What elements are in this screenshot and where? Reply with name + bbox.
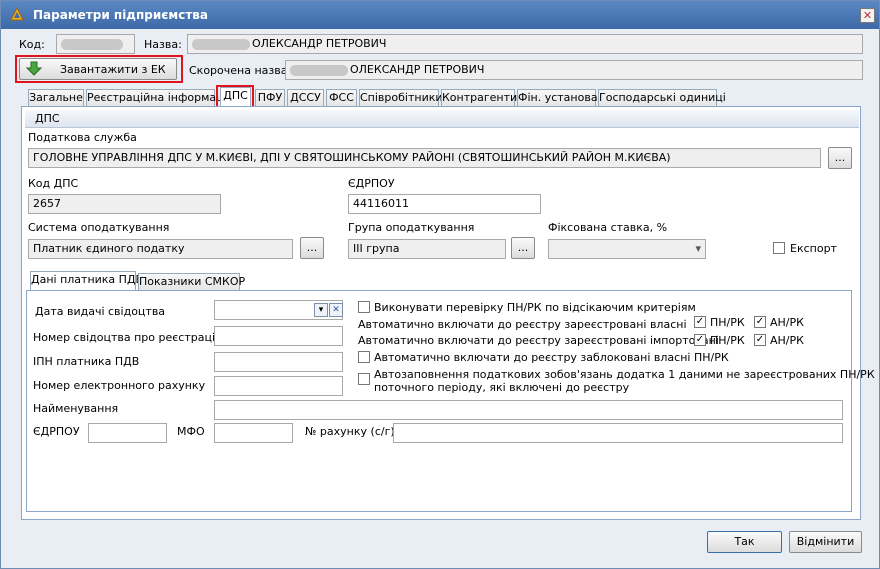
cancel-button[interactable]: Відмінити xyxy=(789,531,862,553)
check-criteria-label: Виконувати перевірку ПН/РК по відсікаючи… xyxy=(374,301,696,314)
vat-ipn-label: ІПН платника ПДВ xyxy=(33,355,140,368)
account-input[interactable] xyxy=(393,423,843,443)
autofill-checkbox[interactable] xyxy=(358,373,370,385)
section-header: ДПС xyxy=(25,110,859,128)
auto-blocked-checkbox[interactable] xyxy=(358,351,370,363)
tax-service-select-button[interactable]: ... xyxy=(828,147,852,169)
dps-code-label: Код ДПС xyxy=(28,177,79,190)
pn-rk-label: ПН/РК xyxy=(710,334,745,347)
subtab-smkor[interactable]: Показники СМКОР xyxy=(138,273,245,291)
auto-own-an-rk-checkbox[interactable]: ✓ xyxy=(754,316,766,328)
dialog-window: Параметри підприємства ✕ Код: Назва: ОЛЕ… xyxy=(0,0,880,569)
tab-fss[interactable]: ФСС xyxy=(326,89,357,107)
fixed-rate-label: Фіксована ставка, % xyxy=(548,221,668,234)
einvoice-input[interactable] xyxy=(214,376,343,396)
mfo-label: МФО xyxy=(177,425,205,438)
tax-service-field[interactable]: ГОЛОВНЕ УПРАВЛІННЯ ДПС У М.КИЄВІ, ДПІ У … xyxy=(28,148,821,168)
tab-employees[interactable]: Співробітники xyxy=(359,89,443,107)
auto-import-an-rk-checkbox[interactable]: ✓ xyxy=(754,334,766,346)
tax-service-label: Податкова служба xyxy=(28,131,137,144)
name-field[interactable]: ОЛЕКСАНДР ПЕТРОВИЧ xyxy=(187,34,863,54)
auto-own-label: Автоматично включати до реєстру зареєстр… xyxy=(358,318,687,331)
edrpou-label: ЄДРПОУ xyxy=(348,177,395,190)
fixed-rate-select[interactable]: ▾ xyxy=(548,239,706,259)
export-label: Експорт xyxy=(790,242,837,255)
title-bar[interactable]: Параметри підприємства ✕ xyxy=(1,1,879,29)
tab-registration-info[interactable]: Реєстраційна інформація xyxy=(86,89,233,107)
edrpou-field[interactable]: 44116011 xyxy=(348,194,541,214)
section-title: ДПС xyxy=(35,112,60,125)
account-label: № рахунку (с/г) xyxy=(305,425,395,438)
auto-blocked-label: Автоматично включати до реєстру заблоков… xyxy=(374,351,729,364)
tax-system-label: Система оподаткування xyxy=(28,221,170,234)
an-rk-label: АН/РК xyxy=(770,316,804,329)
cert-date-label: Дата видачі свідоцтва xyxy=(35,305,166,318)
window-title: Параметри підприємства xyxy=(33,8,208,22)
tab-financial-institution[interactable]: Фін. установа xyxy=(517,89,598,107)
mfo-input[interactable] xyxy=(214,423,293,443)
vat-edrpou-input[interactable] xyxy=(88,423,167,443)
tax-system-field[interactable]: Платник єдиного податку xyxy=(28,239,293,259)
auto-import-label: Автоматично включати до реєстру зареєстр… xyxy=(358,334,719,347)
short-name-label: Скорочена назва: xyxy=(189,64,292,77)
redacted-mark xyxy=(61,38,123,50)
cert-number-input[interactable] xyxy=(214,326,343,346)
einvoice-label: Номер електронного рахунку xyxy=(33,379,206,392)
code-label: Код: xyxy=(19,38,45,51)
tax-group-select-button[interactable]: ... xyxy=(511,237,535,259)
vat-edrpou-label: ЄДРПОУ xyxy=(33,425,80,438)
tax-group-field[interactable]: ІІІ група xyxy=(348,239,506,259)
short-name-value: ОЛЕКСАНДР ПЕТРОВИЧ xyxy=(350,63,485,76)
tax-system-select-button[interactable]: ... xyxy=(300,237,324,259)
vat-name-input[interactable] xyxy=(214,400,843,420)
name-label: Назва: xyxy=(144,38,182,51)
dps-code-field[interactable]: 2657 xyxy=(28,194,221,214)
subtab-vat-payer[interactable]: Дані платника ПДВ xyxy=(30,271,143,291)
an-rk-label: АН/РК xyxy=(770,334,804,347)
export-checkbox[interactable] xyxy=(773,242,785,254)
code-field[interactable] xyxy=(56,34,135,54)
tax-group-label: Група оподаткування xyxy=(348,221,475,234)
check-criteria-checkbox[interactable] xyxy=(358,301,370,313)
autofill-label-line1: Автозаповнення податкових зобов'язань до… xyxy=(374,368,875,381)
pn-rk-label: ПН/РК xyxy=(710,316,745,329)
ok-button[interactable]: Так xyxy=(707,531,782,553)
name-value: ОЛЕКСАНДР ПЕТРОВИЧ xyxy=(252,37,387,50)
auto-import-pn-rk-checkbox[interactable]: ✓ xyxy=(694,334,706,346)
tab-counterparties[interactable]: Контрагенти xyxy=(441,89,517,107)
tab-general[interactable]: Загальне xyxy=(28,89,84,107)
tab-business-units[interactable]: Господарські одиниці xyxy=(598,89,726,107)
autofill-label-line2: поточного періоду, які включені до реєст… xyxy=(374,381,630,394)
tab-dssu[interactable]: ДССУ xyxy=(287,89,324,107)
tab-pfu[interactable]: ПФУ xyxy=(255,89,285,107)
download-arrow-icon xyxy=(26,61,42,76)
redacted-mark xyxy=(290,64,348,76)
close-button[interactable]: ✕ xyxy=(860,8,875,23)
app-logo-icon xyxy=(10,7,24,21)
cert-number-label: Номер свідоцтва про реєстрацію xyxy=(33,331,225,344)
load-from-ek-button[interactable]: Завантажити з ЕК xyxy=(19,58,177,80)
vat-ipn-input[interactable] xyxy=(214,352,343,372)
calendar-dropdown-button[interactable]: ▾ xyxy=(314,303,328,317)
vat-name-label: Найменування xyxy=(33,402,119,415)
clear-date-button[interactable]: ✕ xyxy=(329,303,343,317)
load-button-label: Завантажити з ЕК xyxy=(60,63,166,76)
auto-own-pn-rk-checkbox[interactable]: ✓ xyxy=(694,316,706,328)
short-name-field[interactable]: ОЛЕКСАНДР ПЕТРОВИЧ xyxy=(285,60,863,80)
redacted-mark xyxy=(192,38,250,50)
chevron-down-icon: ▾ xyxy=(695,242,701,255)
